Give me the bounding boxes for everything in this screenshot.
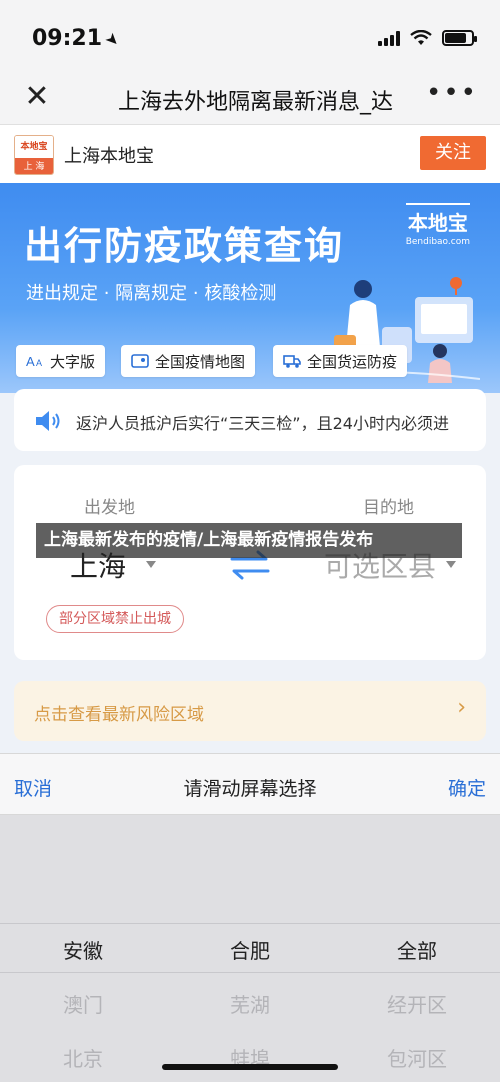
picker-wheels[interactable]: 安徽 澳门 北京 合肥 芜湖 蚌埠 全部 经开区 包河区 [0,815,500,1082]
status-bar: 09:21➤ [0,0,500,70]
svg-text:A: A [36,358,42,368]
account-logo-top: 本地宝 [15,136,53,158]
map-icon [131,354,149,368]
province-option[interactable]: 澳门 [0,989,166,1018]
home-indicator[interactable] [162,1064,338,1070]
chevron-right-icon: › [457,695,466,720]
large-font-label: 大字版 [50,352,96,371]
city-selected[interactable]: 合肥 [167,935,333,964]
cancel-button[interactable]: 取消 [14,774,52,801]
location-arrow-icon: ➤ [101,28,125,51]
page-title: 上海去外地隔离最新消息_达 [118,90,394,115]
wifi-icon [410,30,432,45]
city-option[interactable]: 芜湖 [167,989,333,1018]
picker-hint: 请滑动屏幕选择 [183,778,317,800]
banner-logo-url: Bendibao.com [405,237,470,247]
notice-bar[interactable]: 返沪人员抵沪后实行“三天三检”，且24小时内必须进 [14,389,486,451]
battery-icon [442,30,477,46]
route-card: 出发地 目的地 上海 可选区县 部分区域禁止出城 [14,465,486,660]
cellular-signal-icon [378,30,400,46]
banner-subtitle: 进出规定 · 隔离规定 · 核酸检测 [26,283,277,304]
district-option[interactable]: 包河区 [334,1043,500,1072]
overlay-caption: 上海最新发布的疫情/上海最新疫情报告发布 [36,523,462,558]
close-icon[interactable]: ✕ [22,82,52,112]
nav-bar: ✕ 上海去外地隔离最新消息_达 ••• [0,70,500,125]
account-logo-bottom: 上 海 [15,158,53,174]
notice-text: 返沪人员抵沪后实行“三天三检”，且24小时内必须进 [76,414,449,433]
national-map-button[interactable]: 全国疫情地图 [121,345,256,377]
truck-icon [283,355,301,368]
restriction-badge: 部分区域禁止出城 [46,605,184,633]
account-row: 本地宝 上 海 上海本地宝 关注 [0,125,500,183]
risk-area-text: 点击查看最新风险区域 [34,705,204,725]
speaker-icon [36,411,60,431]
national-map-label: 全国疫情地图 [155,352,246,371]
district-option[interactable]: 经开区 [334,989,500,1018]
from-label: 出发地 [84,498,135,518]
font-size-icon: AA [26,354,42,369]
status-icons [378,30,477,46]
banner-logo-main: 本地宝 [405,203,470,236]
freight-label: 全国货运防疫 [307,352,398,371]
svg-text:A: A [26,354,35,369]
district-selected[interactable]: 全部 [334,935,500,964]
to-dropdown-icon[interactable] [446,561,456,568]
follow-button[interactable]: 关注 [420,136,486,170]
page-content: 出行防疫政策查询 进出规定 · 隔离规定 · 核酸检测 本地宝 Bendibao… [0,183,500,753]
banner-title: 出行防疫政策查询 [24,224,345,268]
freight-button[interactable]: 全国货运防疫 [273,345,408,377]
account-logo[interactable]: 本地宝 上 海 [14,135,54,175]
picker-toolbar: 请滑动屏幕选择 取消 确定 [0,753,500,815]
from-dropdown-icon[interactable] [146,561,156,568]
to-label: 目的地 [363,498,414,518]
status-time: 09:21➤ [32,26,124,51]
risk-area-link[interactable]: 点击查看最新风险区域 › [14,681,486,741]
confirm-button[interactable]: 确定 [448,774,486,801]
province-option[interactable]: 北京 [0,1043,166,1072]
status-time-text: 09:21 [32,26,103,51]
banner: 出行防疫政策查询 进出规定 · 隔离规定 · 核酸检测 本地宝 Bendibao… [0,183,500,393]
banner-logo: 本地宝 Bendibao.com [405,203,470,247]
more-icon[interactable]: ••• [426,78,478,108]
account-name[interactable]: 上海本地宝 [64,142,154,168]
large-font-button[interactable]: AA 大字版 [16,345,106,377]
province-selected[interactable]: 安徽 [0,935,166,964]
